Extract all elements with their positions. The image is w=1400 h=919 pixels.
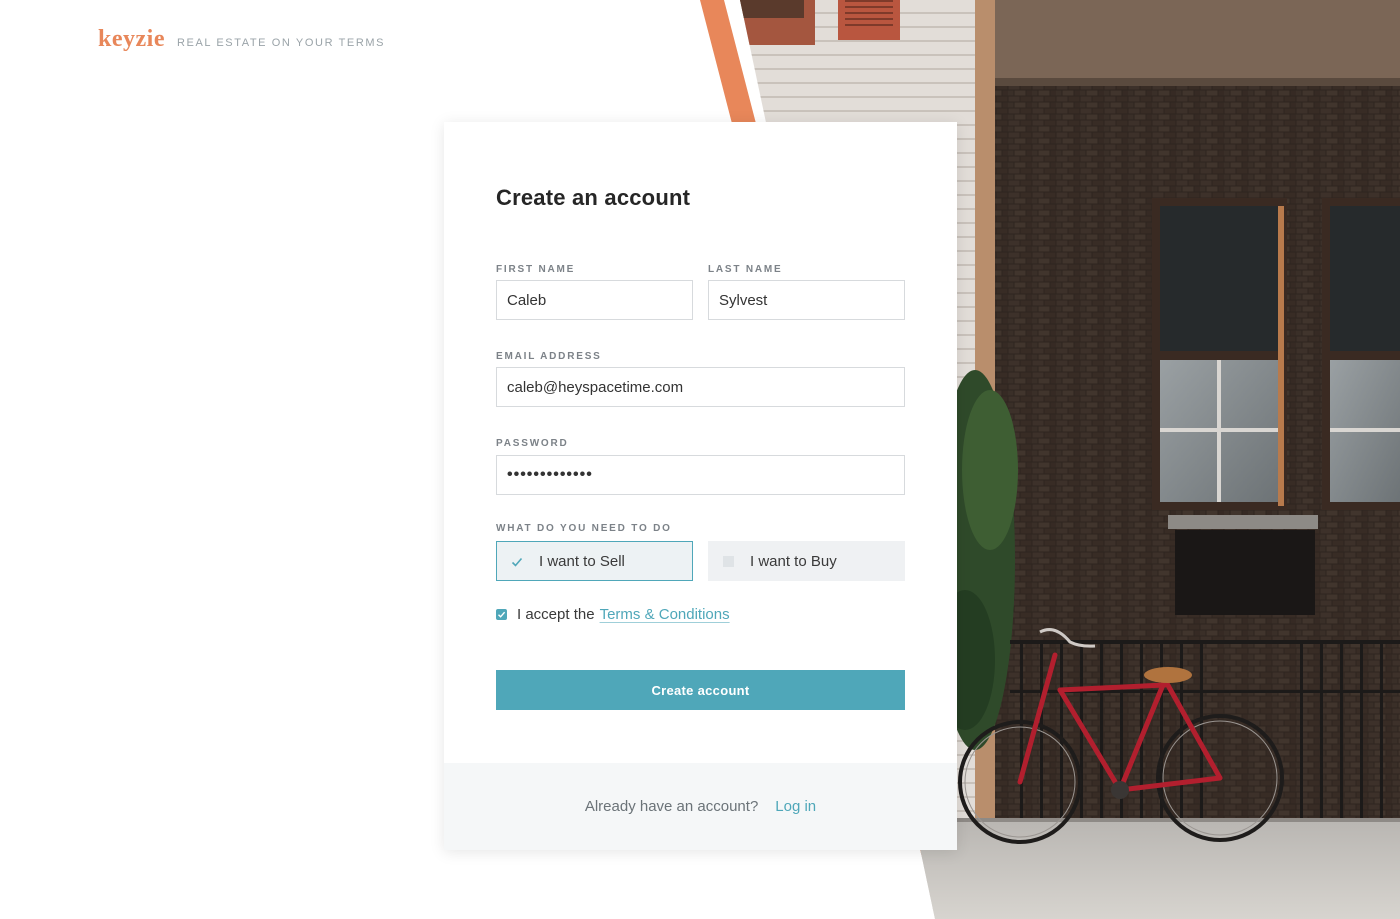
last-name-label: LAST NAME [708, 264, 783, 275]
email-input[interactable] [496, 367, 905, 407]
card-footer: Already have an account? Log in [444, 763, 957, 850]
terms-row: I accept the Terms & Conditions [496, 606, 730, 623]
create-account-button[interactable]: Create account [496, 670, 905, 710]
last-name-input[interactable] [708, 280, 905, 320]
intent-label: WHAT DO YOU NEED TO DO [496, 523, 672, 534]
checkmark-icon [511, 555, 523, 567]
login-prompt: Already have an account? [584, 798, 759, 815]
brand-header: keyzie REAL ESTATE ON YOUR TERMS [98, 26, 385, 53]
terms-link[interactable]: Terms & Conditions [600, 606, 730, 623]
page-title: Create an account [496, 185, 691, 210]
empty-checkbox-icon [723, 555, 734, 567]
option-sell-label: I want to Sell [539, 552, 625, 570]
option-sell[interactable]: I want to Sell [496, 541, 693, 581]
password-label: PASSWORD [496, 438, 569, 449]
keyzie-logo[interactable]: keyzie [98, 26, 165, 53]
checked-checkbox-icon[interactable] [496, 609, 507, 620]
first-name-label: FIRST NAME [496, 264, 576, 275]
terms-prefix: I accept the [517, 606, 595, 623]
option-buy[interactable]: I want to Buy [708, 541, 905, 581]
login-link[interactable]: Log in [775, 798, 816, 815]
brand-tagline: REAL ESTATE ON YOUR TERMS [176, 37, 386, 49]
option-buy-label: I want to Buy [750, 552, 837, 570]
password-input[interactable] [496, 455, 905, 495]
first-name-input[interactable] [496, 280, 693, 320]
signup-card: Create an account FIRST NAME LAST NAME E… [444, 122, 957, 850]
email-label: EMAIL ADDRESS [496, 351, 602, 362]
